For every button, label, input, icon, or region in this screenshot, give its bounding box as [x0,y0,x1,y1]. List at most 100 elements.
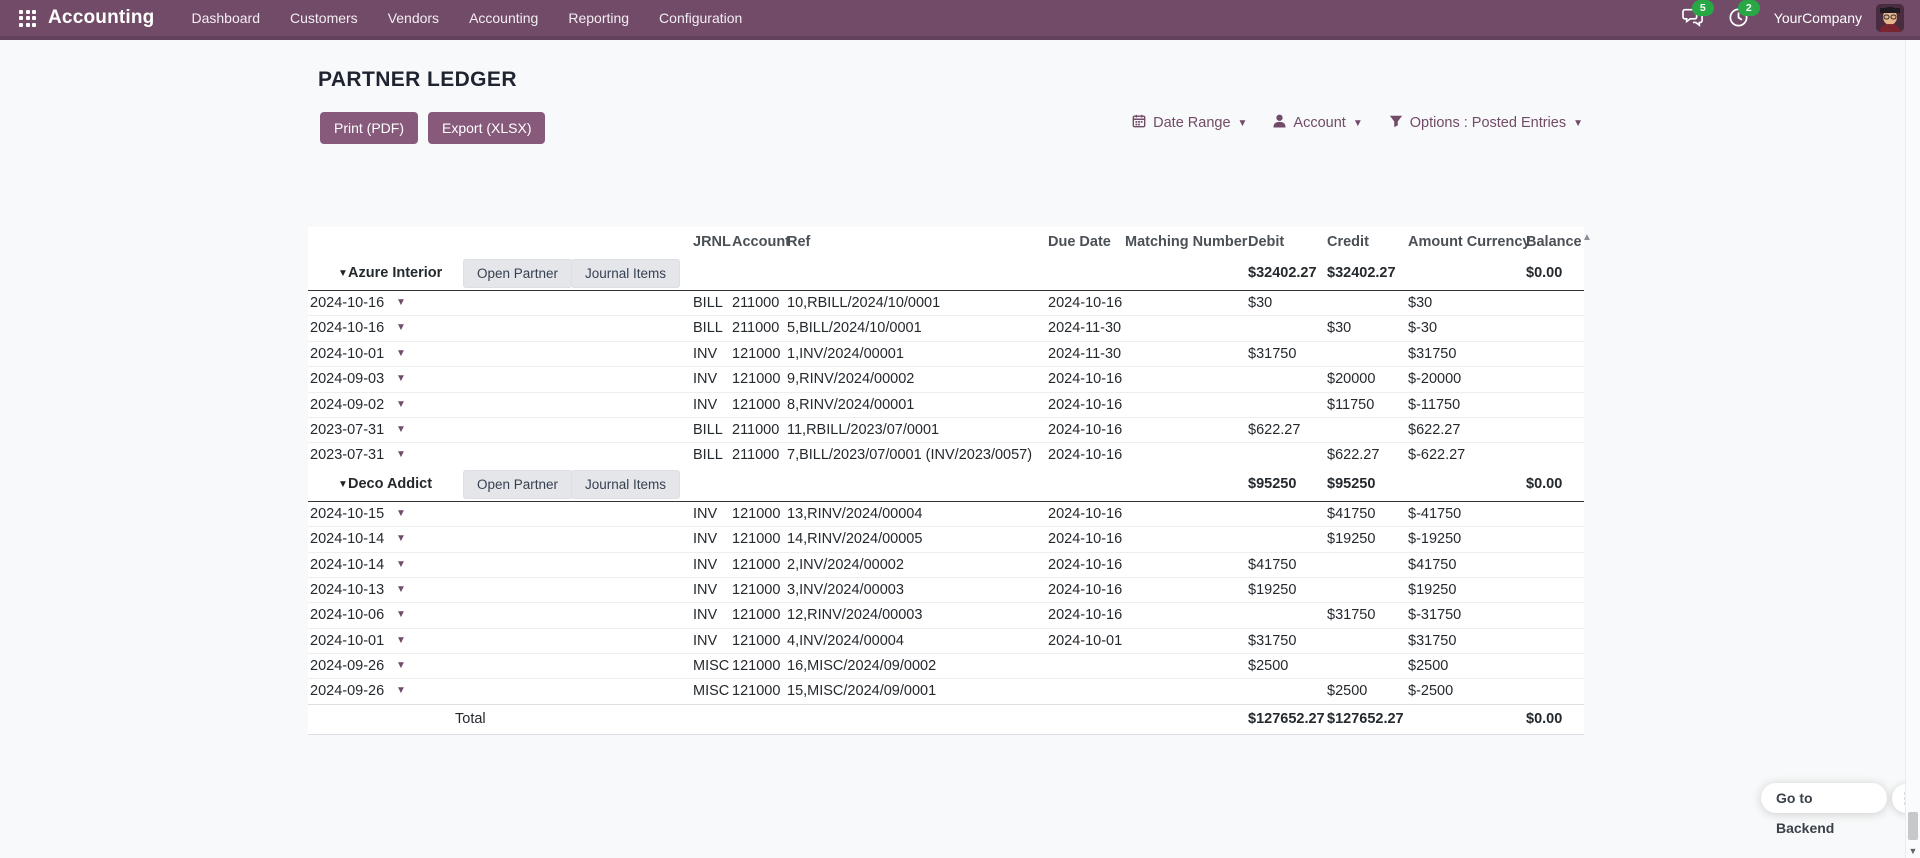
total-debit: $127652.27 [1248,705,1325,734]
row-debit: $622.27 [1248,418,1300,442]
scrollbar-thumb[interactable] [1908,812,1918,840]
row-due-date: 2024-10-16 [1048,527,1122,551]
header-due-date[interactable]: Due Date [1048,227,1111,257]
header-matching-number[interactable]: Matching Number [1125,227,1247,257]
partner-debit: $95250 [1248,468,1296,501]
page-scrollbar[interactable]: ▼ [1905,40,1920,858]
row-journal: INV [693,502,717,526]
print-pdf-button[interactable]: Print (PDF) [320,112,418,144]
ledger-row: 2024-09-26▼MISC12100015,MISC/2024/09/000… [308,678,1584,703]
row-dropdown-icon[interactable]: ▼ [396,291,406,315]
header-account[interactable]: Account [732,227,790,257]
user-avatar[interactable] [1876,4,1904,32]
row-dropdown-icon[interactable]: ▼ [396,578,406,602]
ledger-row: 2024-10-13▼INV1210003,INV/2024/000032024… [308,577,1584,602]
person-icon [1273,114,1286,132]
ledger-row: 2024-10-14▼INV12100014,RINV/2024/0000520… [308,526,1584,551]
backend-widget: Go to Backend ⋮ [1761,783,1920,813]
partner-collapse-icon[interactable]: ▼ [338,468,348,501]
date-range-filter[interactable]: Date Range ▼ [1132,114,1247,132]
journal-items-button[interactable]: Journal Items [571,259,680,288]
row-date[interactable]: 2023-07-31 [310,418,384,442]
header-jrnl[interactable]: JRNL [693,227,731,257]
row-date[interactable]: 2023-07-31 [310,443,384,467]
header-balance[interactable]: Balance [1526,227,1582,257]
menu-reporting[interactable]: Reporting [553,0,644,36]
row-dropdown-icon[interactable]: ▼ [396,553,406,577]
row-date[interactable]: 2024-10-01 [310,342,384,366]
row-debit: $19250 [1248,578,1296,602]
row-date[interactable]: 2024-10-16 [310,291,384,315]
row-amount-currency: $2500 [1408,654,1448,678]
options-filter[interactable]: Options : Posted Entries ▼ [1389,114,1583,132]
row-amount-currency: $-19250 [1408,527,1461,551]
journal-items-button[interactable]: Journal Items [571,470,680,499]
menu-customers[interactable]: Customers [275,0,373,36]
open-partner-button[interactable]: Open Partner [463,470,572,499]
apps-grid-icon[interactable] [19,10,36,27]
table-scroll-up-icon[interactable]: ▲ [1582,232,1592,243]
go-to-backend-button[interactable]: Go to Backend [1761,783,1887,813]
row-date[interactable]: 2024-10-14 [310,527,384,551]
header-ref[interactable]: Ref [787,227,810,257]
row-date[interactable]: 2024-09-26 [310,654,384,678]
account-filter[interactable]: Account ▼ [1273,114,1362,132]
row-due-date: 2024-11-30 [1048,316,1121,340]
row-date[interactable]: 2024-10-13 [310,578,384,602]
chevron-down-icon: ▼ [1353,118,1363,129]
row-credit: $41750 [1327,502,1375,526]
header-amount-currency[interactable]: Amount Currency [1408,227,1530,257]
row-date[interactable]: 2024-10-15 [310,502,384,526]
row-date[interactable]: 2024-09-02 [310,393,384,417]
row-credit: $31750 [1327,603,1375,627]
menu-dashboard[interactable]: Dashboard [177,0,276,36]
menu-vendors[interactable]: Vendors [373,0,454,36]
row-journal: BILL [693,316,723,340]
row-amount-currency: $-622.27 [1408,443,1465,467]
row-date[interactable]: 2024-10-14 [310,553,384,577]
company-switcher[interactable]: YourCompany [1774,10,1862,26]
row-date[interactable]: 2024-10-06 [310,603,384,627]
row-dropdown-icon[interactable]: ▼ [396,603,406,627]
export-xlsx-button[interactable]: Export (XLSX) [428,112,545,144]
row-dropdown-icon[interactable]: ▼ [396,367,406,391]
total-label: Total [455,705,486,734]
app-brand[interactable]: Accounting [48,7,155,29]
partner-collapse-icon[interactable]: ▼ [338,257,348,290]
partner-name[interactable]: Azure Interior [348,257,442,290]
row-dropdown-icon[interactable]: ▼ [396,679,406,703]
menu-accounting[interactable]: Accounting [454,0,553,36]
messages-icon[interactable]: 5 [1682,7,1704,29]
row-dropdown-icon[interactable]: ▼ [396,316,406,340]
row-dropdown-icon[interactable]: ▼ [396,342,406,366]
row-date[interactable]: 2024-10-01 [310,629,384,653]
row-amount-currency: $-41750 [1408,502,1461,526]
row-due-date: 2024-10-16 [1048,502,1122,526]
ledger-row: 2024-10-15▼INV12100013,RINV/2024/0000420… [308,502,1584,526]
row-dropdown-icon[interactable]: ▼ [396,443,406,467]
row-dropdown-icon[interactable]: ▼ [396,527,406,551]
row-credit: $20000 [1327,367,1375,391]
row-dropdown-icon[interactable]: ▼ [396,654,406,678]
row-debit: $31750 [1248,342,1296,366]
row-journal: MISC [693,654,729,678]
row-credit: $2500 [1327,679,1367,703]
open-partner-button[interactable]: Open Partner [463,259,572,288]
partner-row: ▼Deco Addict Open PartnerJournal Items $95… [308,468,1584,502]
row-dropdown-icon[interactable]: ▼ [396,629,406,653]
activities-icon[interactable]: 2 [1728,7,1750,29]
row-dropdown-icon[interactable]: ▼ [396,418,406,442]
partner-name[interactable]: Deco Addict [348,468,432,501]
row-date[interactable]: 2024-10-16 [310,316,384,340]
menu-configuration[interactable]: Configuration [644,0,757,36]
row-date[interactable]: 2024-09-03 [310,367,384,391]
scrollbar-down-arrow-icon[interactable]: ▼ [1906,846,1920,856]
header-credit[interactable]: Credit [1327,227,1369,257]
row-dropdown-icon[interactable]: ▼ [396,502,406,526]
row-date[interactable]: 2024-09-26 [310,679,384,703]
top-navbar: Accounting Dashboard Customers Vendors A… [0,0,1920,40]
header-debit[interactable]: Debit [1248,227,1284,257]
report-filters: Date Range ▼ Account ▼ Options : Posted … [1132,110,1583,136]
row-dropdown-icon[interactable]: ▼ [396,393,406,417]
row-due-date: 2024-10-16 [1048,578,1122,602]
